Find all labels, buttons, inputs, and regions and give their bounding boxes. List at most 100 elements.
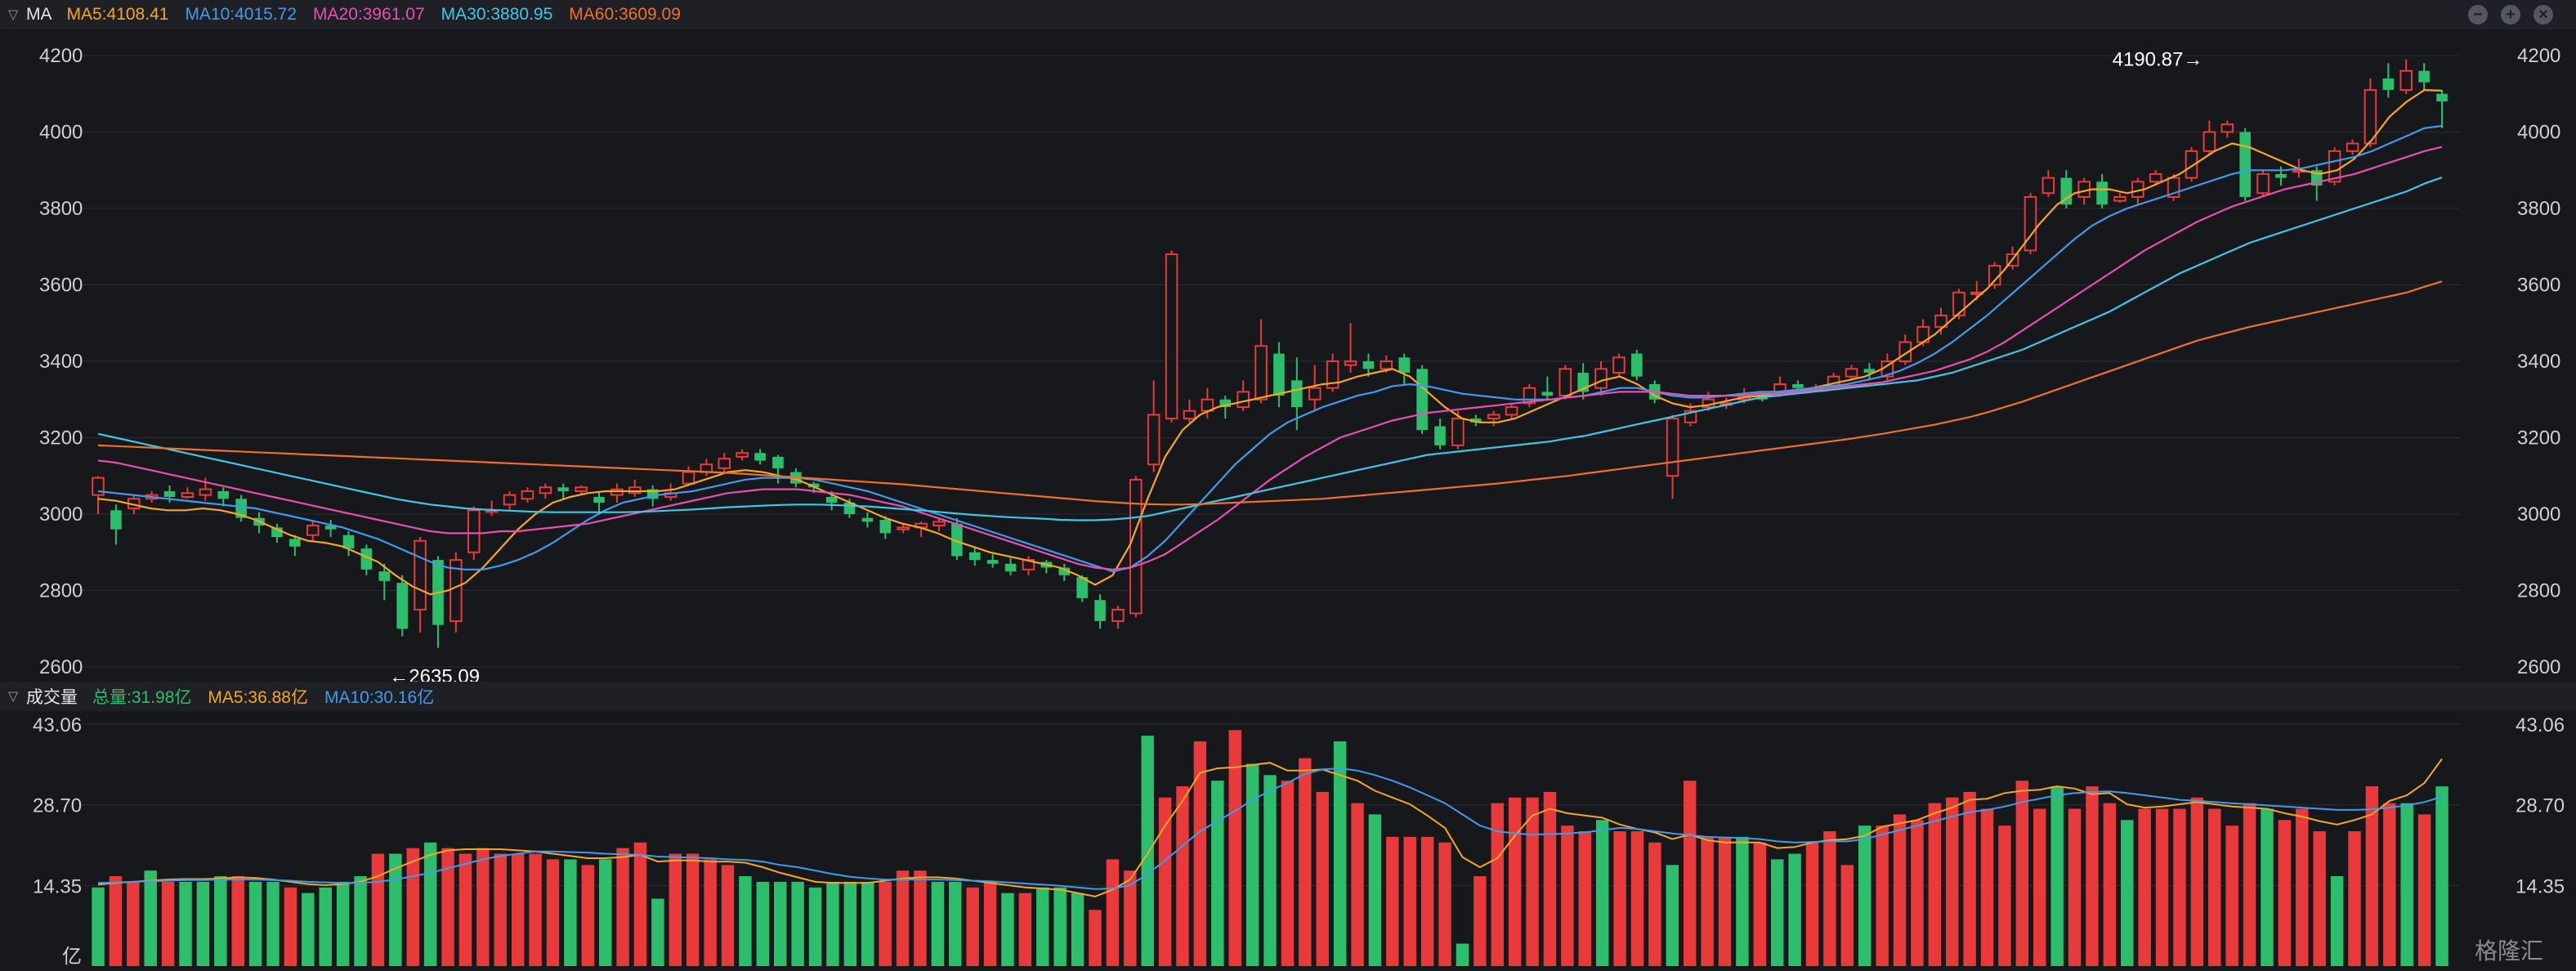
candle-body [2042,177,2055,195]
candle-body [199,488,212,496]
price-legend-title: MA [26,5,52,24]
volume-bar [2278,820,2292,966]
legend-ma10: MA10:4015.72 [185,5,297,24]
volume-bar [476,848,490,966]
candle-body [539,486,552,494]
volume-bar [1630,831,1644,966]
candle-body [825,496,838,503]
volume-bar [354,876,367,966]
candle-body [772,456,784,468]
candle-body [396,583,408,629]
volume-bar [721,865,735,966]
candle-body [1254,345,1268,400]
volume-bar [1526,797,1539,966]
volume-bar [179,881,192,966]
volume-bar [1158,797,1172,966]
volume-bar [1228,730,1241,966]
y-tick-label-left: 3000 [39,503,83,526]
volume-bar [1876,826,1889,966]
candle-body [306,525,320,536]
ma-line-ma5 [97,88,2443,596]
candle-body [181,492,195,498]
volume-bar [1368,814,1382,966]
collapse-caret-icon[interactable]: ▽ [8,7,20,23]
volume-bar [2155,808,2169,966]
volume-bar [423,842,437,966]
candle-body [2418,70,2430,83]
y-tick-label-left: 2800 [39,580,83,602]
candle-body [2256,172,2270,195]
volume-bar [2190,797,2204,966]
candle-body [1004,563,1017,572]
volume-bar [1193,741,1207,966]
volume-bar [302,893,315,966]
candle-body [932,521,946,527]
volume-bar [651,898,664,966]
volume-bar [966,887,979,966]
candle-body [2113,195,2127,202]
volume-bar [511,853,525,966]
candle-body [1845,368,1858,378]
candle-body [1666,418,1679,477]
volume-bar [983,881,997,966]
close-icon[interactable]: × [2534,5,2553,25]
volume-bar [791,881,804,966]
y-tick-label-right: 14.35 [2516,875,2565,897]
candle-body [1952,291,1966,316]
volume-bar [1840,865,1854,966]
volume-bar [284,887,297,966]
volume-bar [1998,826,2011,966]
candle-body [1094,600,1106,621]
legend-vol-ma5: MA5:36.88亿 [208,688,308,707]
candle-body [1308,387,1322,400]
legend-ma60: MA60:3609.09 [569,5,681,24]
volume-bar [2208,808,2221,966]
volume-bar [1211,781,1224,966]
candle-body [2149,172,2162,183]
volume-bar [1089,910,1102,966]
candle-body [2382,78,2395,91]
candle-body [1451,418,1465,446]
watermark-logo: 格隆汇 [2474,938,2543,964]
volume-bar [1683,781,1697,966]
candle-body [467,509,481,553]
volume-bar [2051,786,2064,966]
volume-bar [1753,842,1766,966]
y-tick-label-left: 3200 [39,427,83,450]
volume-bar [2330,876,2344,966]
minus-icon[interactable]: − [2468,5,2488,25]
volume-bar [756,881,770,966]
volume-bar [2173,808,2186,966]
volume-bar [2296,808,2309,966]
y-tick-label-right: 2600 [2517,656,2560,678]
candle-body [1362,361,1375,369]
legend-ma20: MA20:3961.07 [313,5,425,24]
volume-bar [1071,893,1085,966]
candle-body [1416,369,1428,431]
y-tick-label-right: 3800 [2517,198,2560,220]
candle-body [1165,253,1178,420]
volume-bar [2086,786,2099,966]
volume-bar [2033,808,2046,966]
volume-bar [1543,791,1557,966]
volume-bar [1403,836,1416,966]
volume-bar [2103,803,2117,966]
candle-body [2024,195,2037,252]
volume-bar [2348,831,2361,966]
volume-bar [214,876,227,966]
candle-body [879,520,892,534]
y-tick-label-left: 3800 [39,198,83,220]
candle-body [2220,123,2234,133]
volume-bar [336,881,350,966]
volume-bar [616,848,629,966]
candle-body [1380,360,1393,370]
plus-icon[interactable]: + [2501,5,2520,25]
volume-bar [127,881,140,966]
candle-body [968,552,981,561]
candle-body [2436,93,2448,102]
candle-body [861,517,874,522]
collapse-caret-icon[interactable]: ▽ [8,688,20,705]
volume-bar [1036,887,1049,966]
candle-body [2346,142,2359,152]
volume-bar [1561,826,1574,966]
